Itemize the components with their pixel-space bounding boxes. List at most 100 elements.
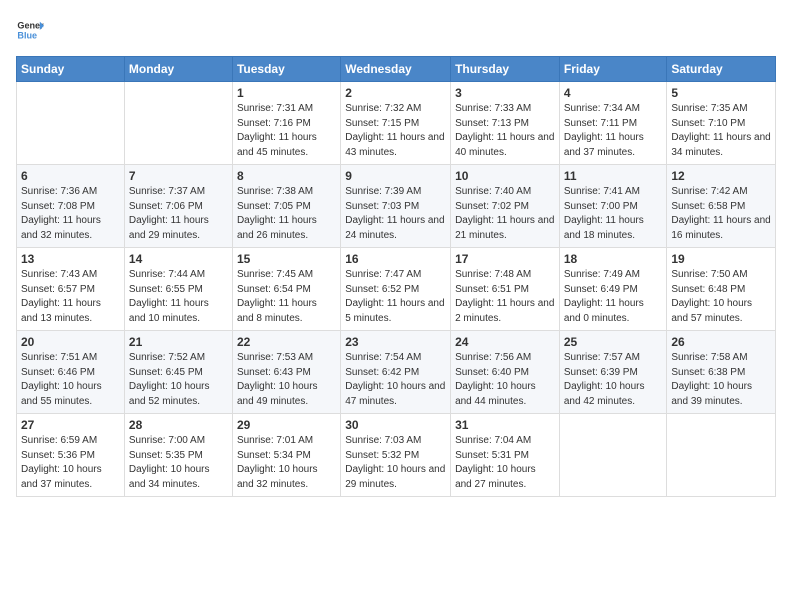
day-number: 15	[237, 252, 336, 266]
day-info: Sunrise: 7:00 AMSunset: 5:35 PMDaylight:…	[129, 434, 228, 492]
day-info: Sunrise: 7:41 AMSunset: 7:00 PMDaylight:…	[564, 185, 663, 243]
day-info: Sunrise: 7:33 AMSunset: 7:13 PMDaylight:…	[455, 102, 555, 160]
day-cell	[559, 414, 667, 497]
calendar: SundayMondayTuesdayWednesdayThursdayFrid…	[16, 56, 776, 497]
day-info: Sunrise: 7:58 AMSunset: 6:38 PMDaylight:…	[671, 351, 771, 409]
day-cell	[667, 414, 776, 497]
week-row-1: 1 Sunrise: 7:31 AMSunset: 7:16 PMDaylight…	[17, 82, 776, 165]
header: General Blue	[16, 16, 776, 44]
day-info: Sunrise: 7:47 AMSunset: 6:52 PMDaylight:…	[345, 268, 446, 326]
day-number: 17	[455, 252, 555, 266]
day-number: 24	[455, 335, 555, 349]
day-cell: 12 Sunrise: 7:42 AMSunset: 6:58 PMDayligh…	[667, 165, 776, 248]
day-cell: 10Sunrise: 7:40 AMSunset: 7:02 PMDayligh…	[451, 165, 560, 248]
day-number: 8	[237, 169, 336, 183]
day-cell: 16Sunrise: 7:47 AMSunset: 6:52 PMDayligh…	[341, 248, 451, 331]
day-cell: 30 Sunrise: 7:03 AMSunset: 5:32 PMDayligh…	[341, 414, 451, 497]
weekday-header-saturday: Saturday	[667, 57, 776, 82]
day-info: Sunrise: 7:52 AMSunset: 6:45 PMDaylight:…	[129, 351, 228, 409]
weekday-header-row: SundayMondayTuesdayWednesdayThursdayFrid…	[17, 57, 776, 82]
day-cell: 20Sunrise: 7:51 AMSunset: 6:46 PMDayligh…	[17, 331, 125, 414]
day-info: Sunrise: 7:04 AMSunset: 5:31 PMDaylight:…	[455, 434, 555, 492]
day-info: Sunrise: 7:31 AMSunset: 7:16 PMDaylight:…	[237, 102, 336, 160]
logo: General Blue	[16, 16, 44, 44]
day-number: 1	[237, 86, 336, 100]
week-row-2: 6 Sunrise: 7:36 AMSunset: 7:08 PMDaylight…	[17, 165, 776, 248]
day-number: 4	[564, 86, 663, 100]
day-cell: 25Sunrise: 7:57 AMSunset: 6:39 PMDayligh…	[559, 331, 667, 414]
weekday-header-tuesday: Tuesday	[232, 57, 340, 82]
day-number: 26	[671, 335, 771, 349]
day-number: 29	[237, 418, 336, 432]
day-cell: 2 Sunrise: 7:32 AMSunset: 7:15 PMDaylight…	[341, 82, 451, 165]
day-info: Sunrise: 7:37 AMSunset: 7:06 PMDaylight:…	[129, 185, 228, 243]
day-cell: 6 Sunrise: 7:36 AMSunset: 7:08 PMDaylight…	[17, 165, 125, 248]
day-info: Sunrise: 7:50 AMSunset: 6:48 PMDaylight:…	[671, 268, 771, 326]
day-info: Sunrise: 6:59 AMSunset: 5:36 PMDaylight:…	[21, 434, 120, 492]
day-cell: 13 Sunrise: 7:43 AMSunset: 6:57 PMDayligh…	[17, 248, 125, 331]
day-cell: 11 Sunrise: 7:41 AMSunset: 7:00 PMDayligh…	[559, 165, 667, 248]
day-info: Sunrise: 7:45 AMSunset: 6:54 PMDaylight:…	[237, 268, 336, 326]
day-number: 23	[345, 335, 446, 349]
logo-icon: General Blue	[16, 16, 44, 44]
day-info: Sunrise: 7:53 AMSunset: 6:43 PMDaylight:…	[237, 351, 336, 409]
day-info: Sunrise: 7:42 AMSunset: 6:58 PMDaylight:…	[671, 185, 771, 243]
day-info: Sunrise: 7:32 AMSunset: 7:15 PMDaylight:…	[345, 102, 446, 160]
day-number: 25	[564, 335, 663, 349]
day-info: Sunrise: 7:49 AMSunset: 6:49 PMDaylight:…	[564, 268, 663, 326]
week-row-3: 13 Sunrise: 7:43 AMSunset: 6:57 PMDayligh…	[17, 248, 776, 331]
day-cell: 29 Sunrise: 7:01 AMSunset: 5:34 PMDayligh…	[232, 414, 340, 497]
page: General Blue SundayMondayTuesdayWednesda…	[0, 0, 792, 507]
day-cell: 17Sunrise: 7:48 AMSunset: 6:51 PMDayligh…	[451, 248, 560, 331]
day-cell: 27 Sunrise: 6:59 AMSunset: 5:36 PMDayligh…	[17, 414, 125, 497]
day-info: Sunrise: 7:39 AMSunset: 7:03 PMDaylight:…	[345, 185, 446, 243]
day-number: 3	[455, 86, 555, 100]
day-number: 28	[129, 418, 228, 432]
day-number: 30	[345, 418, 446, 432]
day-number: 13	[21, 252, 120, 266]
day-number: 9	[345, 169, 446, 183]
day-cell: 3 Sunrise: 7:33 AMSunset: 7:13 PMDaylight…	[451, 82, 560, 165]
day-cell: 7 Sunrise: 7:37 AMSunset: 7:06 PMDaylight…	[124, 165, 232, 248]
day-cell	[17, 82, 125, 165]
day-number: 11	[564, 169, 663, 183]
day-info: Sunrise: 7:34 AMSunset: 7:11 PMDaylight:…	[564, 102, 663, 160]
day-info: Sunrise: 7:01 AMSunset: 5:34 PMDaylight:…	[237, 434, 336, 492]
day-info: Sunrise: 7:36 AMSunset: 7:08 PMDaylight:…	[21, 185, 120, 243]
day-cell: 28 Sunrise: 7:00 AMSunset: 5:35 PMDayligh…	[124, 414, 232, 497]
day-cell: 19 Sunrise: 7:50 AMSunset: 6:48 PMDayligh…	[667, 248, 776, 331]
day-info: Sunrise: 7:35 AMSunset: 7:10 PMDaylight:…	[671, 102, 771, 160]
week-row-5: 27 Sunrise: 6:59 AMSunset: 5:36 PMDayligh…	[17, 414, 776, 497]
day-number: 27	[21, 418, 120, 432]
day-cell: 21 Sunrise: 7:52 AMSunset: 6:45 PMDayligh…	[124, 331, 232, 414]
day-number: 7	[129, 169, 228, 183]
day-info: Sunrise: 7:43 AMSunset: 6:57 PMDaylight:…	[21, 268, 120, 326]
day-cell: 1 Sunrise: 7:31 AMSunset: 7:16 PMDaylight…	[232, 82, 340, 165]
weekday-header-wednesday: Wednesday	[341, 57, 451, 82]
day-cell: 9 Sunrise: 7:39 AMSunset: 7:03 PMDaylight…	[341, 165, 451, 248]
day-cell: 26 Sunrise: 7:58 AMSunset: 6:38 PMDayligh…	[667, 331, 776, 414]
day-cell	[124, 82, 232, 165]
weekday-header-monday: Monday	[124, 57, 232, 82]
weekday-header-thursday: Thursday	[451, 57, 560, 82]
day-cell: 24 Sunrise: 7:56 AMSunset: 6:40 PMDayligh…	[451, 331, 560, 414]
day-cell: 23Sunrise: 7:54 AMSunset: 6:42 PMDayligh…	[341, 331, 451, 414]
day-cell: 4 Sunrise: 7:34 AMSunset: 7:11 PMDaylight…	[559, 82, 667, 165]
day-info: Sunrise: 7:03 AMSunset: 5:32 PMDaylight:…	[345, 434, 446, 492]
day-cell: 15 Sunrise: 7:45 AMSunset: 6:54 PMDayligh…	[232, 248, 340, 331]
day-cell: 8Sunrise: 7:38 AMSunset: 7:05 PMDaylight…	[232, 165, 340, 248]
week-row-4: 20Sunrise: 7:51 AMSunset: 6:46 PMDayligh…	[17, 331, 776, 414]
day-number: 21	[129, 335, 228, 349]
day-cell: 18 Sunrise: 7:49 AMSunset: 6:49 PMDayligh…	[559, 248, 667, 331]
day-cell: 14Sunrise: 7:44 AMSunset: 6:55 PMDayligh…	[124, 248, 232, 331]
day-info: Sunrise: 7:51 AMSunset: 6:46 PMDaylight:…	[21, 351, 120, 409]
day-number: 19	[671, 252, 771, 266]
day-number: 2	[345, 86, 446, 100]
day-number: 5	[671, 86, 771, 100]
day-number: 18	[564, 252, 663, 266]
day-info: Sunrise: 7:56 AMSunset: 6:40 PMDaylight:…	[455, 351, 555, 409]
day-info: Sunrise: 7:40 AMSunset: 7:02 PMDaylight:…	[455, 185, 555, 243]
day-cell: 5 Sunrise: 7:35 AMSunset: 7:10 PMDaylight…	[667, 82, 776, 165]
day-number: 12	[671, 169, 771, 183]
day-number: 6	[21, 169, 120, 183]
